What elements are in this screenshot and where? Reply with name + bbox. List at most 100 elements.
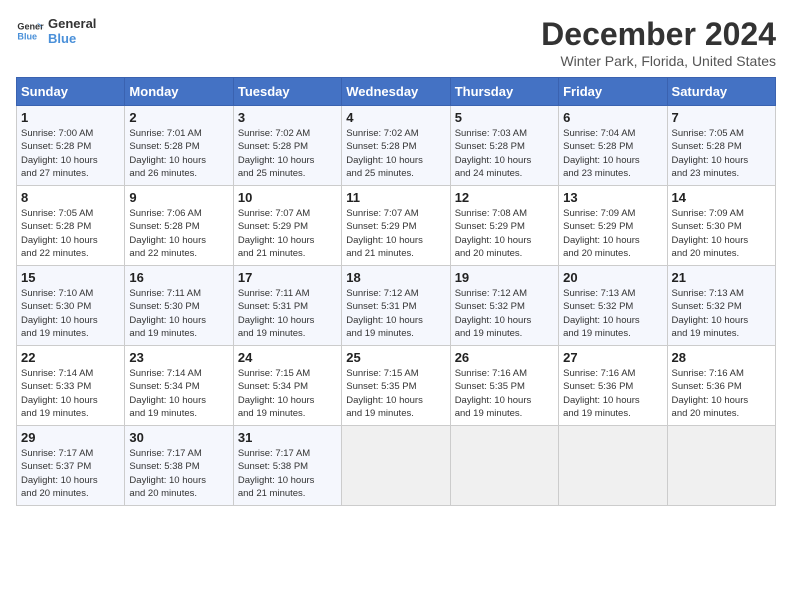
day-info: Sunrise: 7:17 AM Sunset: 5:38 PM Dayligh…	[238, 447, 337, 500]
calendar-cell: 29Sunrise: 7:17 AM Sunset: 5:37 PM Dayli…	[17, 426, 125, 506]
day-number: 7	[672, 110, 771, 125]
day-number: 11	[346, 190, 445, 205]
day-number: 12	[455, 190, 554, 205]
day-info: Sunrise: 7:15 AM Sunset: 5:35 PM Dayligh…	[346, 367, 445, 420]
day-number: 21	[672, 270, 771, 285]
header-tuesday: Tuesday	[233, 78, 341, 106]
day-number: 26	[455, 350, 554, 365]
day-info: Sunrise: 7:01 AM Sunset: 5:28 PM Dayligh…	[129, 127, 228, 180]
calendar-cell: 19 Sunrise: 7:12 AM Sunset: 5:32 PM Dayli…	[450, 266, 558, 346]
calendar-cell: 4Sunrise: 7:02 AM Sunset: 5:28 PM Daylig…	[342, 106, 450, 186]
day-info: Sunrise: 7:02 AM Sunset: 5:28 PM Dayligh…	[238, 127, 337, 180]
day-info: Sunrise: 7:08 AM Sunset: 5:29 PM Dayligh…	[455, 207, 554, 260]
calendar-week-3: 15 Sunrise: 7:10 AM Sunset: 5:30 PM Dayli…	[17, 266, 776, 346]
calendar-cell: 8Sunrise: 7:05 AM Sunset: 5:28 PM Daylig…	[17, 186, 125, 266]
day-info: Sunrise: 7:00 AM Sunset: 5:28 PM Dayligh…	[21, 127, 120, 180]
header-wednesday: Wednesday	[342, 78, 450, 106]
logo-line2: Blue	[48, 31, 96, 46]
calendar-cell: 16 Sunrise: 7:11 AM Sunset: 5:30 PM Dayli…	[125, 266, 233, 346]
day-number: 20	[563, 270, 662, 285]
day-number: 4	[346, 110, 445, 125]
day-info: Sunrise: 7:11 AM Sunset: 5:31 PM Dayligh…	[238, 287, 337, 340]
day-info: Sunrise: 7:16 AM Sunset: 5:35 PM Dayligh…	[455, 367, 554, 420]
calendar-cell	[450, 426, 558, 506]
calendar-cell: 18 Sunrise: 7:12 AM Sunset: 5:31 PM Dayli…	[342, 266, 450, 346]
calendar-cell: 12 Sunrise: 7:08 AM Sunset: 5:29 PM Dayli…	[450, 186, 558, 266]
svg-text:Blue: Blue	[17, 31, 37, 41]
calendar-cell: 2Sunrise: 7:01 AM Sunset: 5:28 PM Daylig…	[125, 106, 233, 186]
calendar-week-5: 29Sunrise: 7:17 AM Sunset: 5:37 PM Dayli…	[17, 426, 776, 506]
day-info: Sunrise: 7:07 AM Sunset: 5:29 PM Dayligh…	[238, 207, 337, 260]
day-number: 25	[346, 350, 445, 365]
day-number: 9	[129, 190, 228, 205]
calendar-cell: 10 Sunrise: 7:07 AM Sunset: 5:29 PM Dayli…	[233, 186, 341, 266]
day-info: Sunrise: 7:16 AM Sunset: 5:36 PM Dayligh…	[563, 367, 662, 420]
calendar-cell: 28Sunrise: 7:16 AM Sunset: 5:36 PM Dayli…	[667, 346, 775, 426]
day-info: Sunrise: 7:11 AM Sunset: 5:30 PM Dayligh…	[129, 287, 228, 340]
day-info: Sunrise: 7:14 AM Sunset: 5:33 PM Dayligh…	[21, 367, 120, 420]
location-title: Winter Park, Florida, United States	[541, 53, 776, 69]
calendar-cell: 24 Sunrise: 7:15 AM Sunset: 5:34 PM Dayli…	[233, 346, 341, 426]
calendar-cell: 21Sunrise: 7:13 AM Sunset: 5:32 PM Dayli…	[667, 266, 775, 346]
calendar-cell: 22 Sunrise: 7:14 AM Sunset: 5:33 PM Dayli…	[17, 346, 125, 426]
calendar-cell: 7 Sunrise: 7:05 AM Sunset: 5:28 PM Daylig…	[667, 106, 775, 186]
day-number: 22	[21, 350, 120, 365]
day-info: Sunrise: 7:07 AM Sunset: 5:29 PM Dayligh…	[346, 207, 445, 260]
day-number: 13	[563, 190, 662, 205]
day-number: 24	[238, 350, 337, 365]
logo: General Blue General Blue	[16, 16, 96, 46]
day-info: Sunrise: 7:04 AM Sunset: 5:28 PM Dayligh…	[563, 127, 662, 180]
day-number: 16	[129, 270, 228, 285]
day-number: 3	[238, 110, 337, 125]
calendar-cell: 3 Sunrise: 7:02 AM Sunset: 5:28 PM Daylig…	[233, 106, 341, 186]
title-area: December 2024 Winter Park, Florida, Unit…	[541, 16, 776, 69]
calendar-cell: 25 Sunrise: 7:15 AM Sunset: 5:35 PM Dayli…	[342, 346, 450, 426]
calendar-cell: 11 Sunrise: 7:07 AM Sunset: 5:29 PM Dayli…	[342, 186, 450, 266]
day-info: Sunrise: 7:13 AM Sunset: 5:32 PM Dayligh…	[563, 287, 662, 340]
calendar-cell: 20 Sunrise: 7:13 AM Sunset: 5:32 PM Dayli…	[559, 266, 667, 346]
header-friday: Friday	[559, 78, 667, 106]
calendar-body: 1Sunrise: 7:00 AM Sunset: 5:28 PM Daylig…	[17, 106, 776, 506]
day-info: Sunrise: 7:17 AM Sunset: 5:37 PM Dayligh…	[21, 447, 120, 500]
day-info: Sunrise: 7:09 AM Sunset: 5:30 PM Dayligh…	[672, 207, 771, 260]
day-number: 15	[21, 270, 120, 285]
day-number: 28	[672, 350, 771, 365]
day-info: Sunrise: 7:12 AM Sunset: 5:32 PM Dayligh…	[455, 287, 554, 340]
calendar-cell: 14 Sunrise: 7:09 AM Sunset: 5:30 PM Dayli…	[667, 186, 775, 266]
calendar-cell: 30Sunrise: 7:17 AM Sunset: 5:38 PM Dayli…	[125, 426, 233, 506]
day-number: 14	[672, 190, 771, 205]
calendar-cell: 31Sunrise: 7:17 AM Sunset: 5:38 PM Dayli…	[233, 426, 341, 506]
calendar-cell: 26 Sunrise: 7:16 AM Sunset: 5:35 PM Dayli…	[450, 346, 558, 426]
day-info: Sunrise: 7:15 AM Sunset: 5:34 PM Dayligh…	[238, 367, 337, 420]
logo-line1: General	[48, 16, 96, 31]
day-number: 6	[563, 110, 662, 125]
calendar-cell	[667, 426, 775, 506]
day-number: 19	[455, 270, 554, 285]
calendar-cell: 5 Sunrise: 7:03 AM Sunset: 5:28 PM Daylig…	[450, 106, 558, 186]
svg-text:General: General	[17, 22, 44, 32]
calendar-cell	[342, 426, 450, 506]
day-info: Sunrise: 7:12 AM Sunset: 5:31 PM Dayligh…	[346, 287, 445, 340]
month-title: December 2024	[541, 16, 776, 53]
header-thursday: Thursday	[450, 78, 558, 106]
day-number: 30	[129, 430, 228, 445]
day-info: Sunrise: 7:05 AM Sunset: 5:28 PM Dayligh…	[672, 127, 771, 180]
calendar-cell: 13 Sunrise: 7:09 AM Sunset: 5:29 PM Dayli…	[559, 186, 667, 266]
day-number: 10	[238, 190, 337, 205]
day-info: Sunrise: 7:06 AM Sunset: 5:28 PM Dayligh…	[129, 207, 228, 260]
day-info: Sunrise: 7:09 AM Sunset: 5:29 PM Dayligh…	[563, 207, 662, 260]
calendar-cell: 27 Sunrise: 7:16 AM Sunset: 5:36 PM Dayli…	[559, 346, 667, 426]
calendar-table: SundayMondayTuesdayWednesdayThursdayFrid…	[16, 77, 776, 506]
day-info: Sunrise: 7:10 AM Sunset: 5:30 PM Dayligh…	[21, 287, 120, 340]
header-saturday: Saturday	[667, 78, 775, 106]
calendar-cell: 6 Sunrise: 7:04 AM Sunset: 5:28 PM Daylig…	[559, 106, 667, 186]
day-number: 8	[21, 190, 120, 205]
calendar-week-4: 22 Sunrise: 7:14 AM Sunset: 5:33 PM Dayli…	[17, 346, 776, 426]
day-number: 27	[563, 350, 662, 365]
day-number: 18	[346, 270, 445, 285]
day-number: 23	[129, 350, 228, 365]
calendar-cell: 15 Sunrise: 7:10 AM Sunset: 5:30 PM Dayli…	[17, 266, 125, 346]
day-info: Sunrise: 7:03 AM Sunset: 5:28 PM Dayligh…	[455, 127, 554, 180]
day-number: 5	[455, 110, 554, 125]
calendar-week-1: 1Sunrise: 7:00 AM Sunset: 5:28 PM Daylig…	[17, 106, 776, 186]
